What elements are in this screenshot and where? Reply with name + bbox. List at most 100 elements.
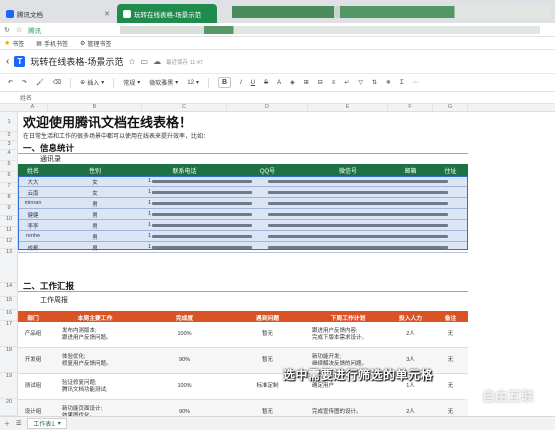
column-header-A[interactable]: A (18, 104, 48, 112)
row-header[interactable]: 19 (0, 373, 18, 399)
row-header[interactable]: 1 (0, 112, 18, 132)
star-icon[interactable]: ☆ (128, 57, 135, 66)
fill-color-icon[interactable]: ◈ (290, 79, 295, 86)
cell-people[interactable]: 2人 (388, 331, 433, 338)
row-header[interactable]: 3 (0, 141, 18, 150)
header-wechat[interactable]: 微信号 (308, 166, 388, 175)
browser-tab-2[interactable]: 玩转在线表格-场景示范 (117, 4, 217, 23)
row-header[interactable]: 14 (0, 283, 18, 297)
cell-done[interactable]: 100% (142, 331, 227, 338)
cell-plan[interactable]: 确定用户 (312, 383, 334, 390)
insert-button[interactable]: ⊕ 插入 ▾ (80, 78, 104, 87)
cell-note[interactable]: 无 (433, 357, 468, 364)
number-format-dropdown[interactable]: 常规 ▾ (123, 78, 140, 87)
more-icon[interactable]: ⋯ (413, 79, 419, 86)
header-done[interactable]: 完成度 (142, 313, 227, 322)
formula-bar[interactable]: 姓名 (0, 92, 555, 104)
italic-button[interactable]: I (240, 80, 242, 86)
row-header[interactable]: 17 (0, 321, 18, 347)
tencent-docs-logo[interactable]: T (14, 56, 26, 67)
cell-issue[interactable]: 暂无 (227, 357, 308, 364)
browser-tab-1[interactable]: 腾讯文档 ✕ (0, 4, 116, 23)
cell-issue[interactable]: 标准定制 (227, 383, 308, 390)
underline-button[interactable]: U (251, 80, 255, 86)
font-color-button[interactable]: A (277, 80, 281, 86)
cell-done[interactable]: 90% (142, 357, 227, 364)
column-header-D[interactable]: D (227, 104, 308, 112)
header-phone[interactable]: 联系电话 (142, 166, 227, 175)
row-header[interactable]: 15 (0, 297, 18, 310)
row-header[interactable]: 13 (0, 249, 18, 283)
row-header[interactable]: 10 (0, 216, 18, 227)
row-header[interactable]: 6 (0, 172, 18, 183)
wrap-icon[interactable]: ↵ (344, 79, 349, 86)
header-plan[interactable]: 下周工作计划 (308, 313, 388, 322)
row-header[interactable]: 16 (0, 310, 18, 321)
format-painter-icon[interactable]: 🖌 (36, 79, 44, 86)
cell-issue[interactable]: 暂无 (227, 331, 308, 338)
row-header[interactable]: 9 (0, 205, 18, 216)
cell-dept[interactable]: 产品组 (18, 331, 48, 338)
redo-icon[interactable]: ↷ (22, 79, 27, 86)
cell-work[interactable]: 发布内测版本; 跟进用户反馈问题。 (62, 328, 112, 342)
sheet-tab[interactable]: 工作表1 ▾ (27, 418, 67, 429)
bookmark-item[interactable]: ⚙ 管理书签 (80, 39, 111, 48)
sort-icon[interactable]: ⇅ (372, 79, 377, 86)
star-icon[interactable]: ☆ (16, 26, 22, 34)
row-header[interactable]: 18 (0, 347, 18, 373)
clear-format-icon[interactable]: ⌫ (53, 79, 61, 86)
row-header[interactable]: 2 (0, 132, 18, 141)
table-row[interactable]: 产品组 发布内测版本; 跟进用户反馈问题。 100% 暂无 跟进用户反馈内容; … (18, 322, 468, 348)
header-name[interactable]: 姓名 (18, 166, 48, 175)
cell-work[interactable]: 验证修复问题; 腾讯文档功能测试; (62, 380, 108, 394)
cell-people[interactable]: 3人 (388, 357, 433, 364)
font-family-dropdown[interactable]: 微软雅黑 ▾ (149, 78, 178, 87)
column-header-C[interactable]: C (142, 104, 227, 112)
undo-icon[interactable]: ↶ (8, 79, 13, 86)
header-qq[interactable]: QQ号 (227, 166, 308, 175)
header-issue[interactable]: 遇到问题 (227, 313, 308, 322)
cell-people[interactable]: 2人 (388, 409, 433, 416)
header-email[interactable]: 邮箱 (388, 166, 433, 175)
address-label[interactable]: 腾讯 (28, 25, 41, 35)
header-address[interactable]: 住址 (433, 166, 468, 175)
header-note[interactable]: 备注 (433, 313, 468, 322)
folder-icon[interactable]: ▭ (141, 57, 149, 66)
bookmark-item[interactable]: ▤ 手机书签 (36, 39, 68, 48)
bookmark-item[interactable]: ★ 书签 (4, 39, 24, 48)
font-size-dropdown[interactable]: 12 ▾ (187, 79, 199, 87)
freeze-icon[interactable]: ❄ (386, 79, 391, 86)
cell-plan[interactable]: 跟进用户反馈内容; 完成下版本需求设计。 (312, 328, 367, 342)
header-dept[interactable]: 部门 (18, 313, 48, 322)
column-header-E[interactable]: E (308, 104, 388, 112)
row-header[interactable]: 20 (0, 399, 18, 416)
strikethrough-button[interactable]: S (264, 80, 268, 86)
row-header[interactable]: 8 (0, 194, 18, 205)
cell-work[interactable]: 新功能页面设计; 效果图优化。 (62, 406, 102, 416)
cell-note[interactable]: 无 (433, 331, 468, 338)
cell-issue[interactable]: 暂无 (227, 409, 308, 416)
close-icon[interactable]: ✕ (104, 10, 110, 18)
header-people[interactable]: 投入人力 (388, 313, 433, 322)
header-work[interactable]: 本周主要工作 (48, 313, 142, 322)
url-field[interactable] (120, 26, 540, 34)
cell-work[interactable]: 体验优化; 修复用户反馈问题。 (62, 354, 112, 368)
cell-done[interactable]: 90% (142, 409, 227, 416)
row-header[interactable]: 4 (0, 150, 18, 161)
borders-icon[interactable]: ⊞ (304, 79, 309, 86)
cell-dept[interactable]: 设计组 (18, 409, 48, 416)
row-header[interactable]: 5 (0, 161, 18, 172)
function-icon[interactable]: Σ (400, 80, 404, 86)
row-header[interactable]: 12 (0, 238, 18, 249)
filter-icon[interactable]: ▽ (358, 79, 363, 86)
row-header[interactable]: 7 (0, 183, 18, 194)
cell-note[interactable]: 无 (433, 409, 468, 416)
back-arrow-icon[interactable]: ‹ (6, 56, 9, 67)
header-gender[interactable]: 性别 (48, 166, 142, 175)
add-sheet-icon[interactable]: ＋ (4, 419, 10, 428)
table-row[interactable]: 设计组 新功能页面设计; 效果图优化。 90% 暂无 完成宣传图的设计。 2人 … (18, 400, 468, 416)
sheet-list-icon[interactable]: ☰ (16, 420, 21, 427)
merge-cells-icon[interactable]: ⊟ (318, 79, 323, 86)
column-header-F[interactable]: F (388, 104, 433, 112)
bold-button[interactable]: B (218, 77, 232, 88)
